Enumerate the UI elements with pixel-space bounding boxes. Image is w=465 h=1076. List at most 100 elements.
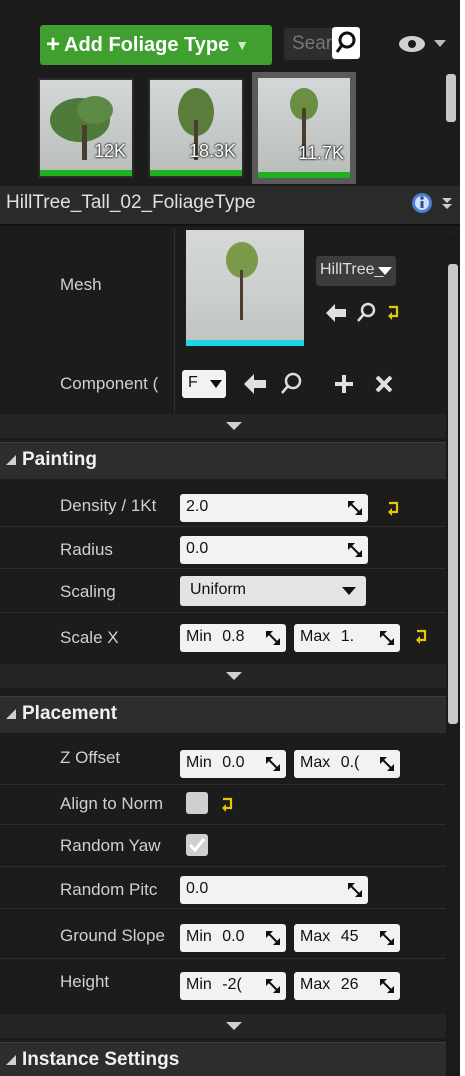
chevron-down-icon [342, 587, 356, 595]
component-class-dropdown[interactable]: F [182, 370, 226, 398]
row-divider [0, 824, 446, 825]
foliage-thumbnail-1[interactable]: 12K [38, 78, 134, 178]
advanced-expander[interactable] [0, 1014, 446, 1038]
tree-mesh-preview-icon [226, 242, 258, 320]
random-pitch-value: 0.0 [186, 880, 209, 897]
instance-count: 18.3K [188, 141, 236, 161]
placement-title: Placement [22, 703, 118, 724]
drag-resize-icon [380, 931, 394, 945]
height-min-input[interactable]: Min -2( [180, 972, 286, 1000]
foliage-type-name: HillTree_Tall_02_FoliageType [6, 192, 256, 213]
density-value: 2.0 [186, 498, 209, 515]
density-input[interactable]: 2.0 [180, 494, 368, 522]
drag-resize-icon [380, 631, 394, 645]
drag-resize-icon [380, 757, 394, 771]
component-class-value: F [188, 374, 198, 391]
height-max-value: 26 [340, 976, 359, 993]
radius-input[interactable]: 0.0 [180, 536, 368, 564]
density-label: Density / 1Kt [60, 496, 157, 515]
random-yaw-checkbox[interactable] [186, 834, 208, 856]
drag-resize-icon [348, 543, 362, 557]
drag-resize-icon [266, 757, 280, 771]
chevron-down-icon [226, 672, 242, 680]
info-icon[interactable] [408, 190, 456, 223]
ground-slope-max-value: 45 [340, 928, 359, 945]
scale-x-min-label: Min [186, 628, 212, 645]
scale-x-min-input[interactable]: Min 0.8 [180, 624, 286, 652]
instance-settings-title: Instance Settings [22, 1049, 180, 1070]
chevron-down-icon [226, 1022, 242, 1030]
align-to-normal-label: Align to Norm [60, 794, 163, 813]
column-divider [174, 228, 175, 418]
height-min-value: -2( [222, 976, 242, 993]
add-foliage-type-button[interactable]: + Add Foliage Type ▼ [40, 25, 272, 65]
z-offset-max-label: Max [300, 754, 331, 771]
row-divider [0, 568, 446, 569]
reset-to-default-icon[interactable] [386, 500, 402, 516]
reset-to-default-icon[interactable] [414, 628, 430, 644]
instance-count: 12K [93, 141, 126, 161]
browse-search-icon[interactable] [280, 372, 302, 396]
z-offset-min-input[interactable]: Min 0.0 [180, 750, 286, 778]
scale-x-max-label: Max [300, 628, 331, 645]
foliage-thumbnail-2[interactable]: 18.3K [148, 78, 244, 178]
add-icon[interactable] [334, 374, 354, 394]
placement-section-header[interactable]: Placement [0, 696, 446, 733]
ground-slope-min-input[interactable]: Min 0.0 [180, 924, 286, 952]
details-scrollbar[interactable] [446, 236, 460, 1076]
clear-icon[interactable] [374, 374, 394, 394]
reset-to-default-icon[interactable] [386, 304, 402, 320]
scale-x-max-value: 1. [340, 628, 355, 645]
z-offset-max-input[interactable]: Max 0.( [294, 750, 400, 778]
ground-slope-max-input[interactable]: Max 45 [294, 924, 400, 952]
radius-label: Radius [60, 540, 113, 559]
row-divider [0, 866, 446, 867]
foliage-type-list: 12K 18.3K 11.7K [34, 70, 442, 186]
random-pitch-input[interactable]: 0.0 [180, 876, 368, 904]
thumbnail-scrollbar[interactable] [446, 74, 456, 122]
use-selected-arrow-icon[interactable] [244, 374, 266, 394]
instance-settings-section-header[interactable]: Instance Settings [0, 1042, 446, 1076]
height-min-label: Min [186, 976, 212, 993]
instance-count: 11.7K [298, 143, 344, 163]
plus-icon: + [46, 31, 61, 58]
ground-slope-max-label: Max [300, 928, 331, 945]
row-divider [0, 612, 446, 613]
checkmark-icon [188, 838, 206, 853]
scale-x-max-input[interactable]: Max 1. [294, 624, 400, 652]
browse-search-icon[interactable] [356, 302, 376, 324]
drag-resize-icon [380, 979, 394, 993]
mesh-label: Mesh [60, 275, 102, 294]
chevron-down-icon [378, 267, 392, 275]
scrollbar-thumb[interactable] [448, 264, 458, 724]
selection-bar [258, 172, 350, 178]
view-options-eye-icon[interactable] [398, 32, 448, 61]
row-divider [0, 784, 446, 785]
chevron-down-icon: ▼ [235, 37, 250, 53]
advanced-expander[interactable] [0, 414, 446, 438]
foliage-type-header: HillTree_Tall_02_FoliageType [0, 186, 460, 226]
drag-resize-icon [348, 501, 362, 515]
height-max-input[interactable]: Max 26 [294, 972, 400, 1000]
align-to-normal-checkbox[interactable] [186, 792, 208, 814]
drag-resize-icon [266, 979, 280, 993]
painting-section-header[interactable]: Painting [0, 442, 446, 479]
mesh-thumbnail[interactable] [186, 230, 304, 346]
search-icon[interactable] [332, 27, 360, 59]
scale-x-label: Scale X [60, 628, 119, 647]
scaling-value: Uniform [190, 581, 247, 598]
scaling-label: Scaling [60, 582, 116, 601]
add-foliage-type-label: Add Foliage Type [64, 33, 230, 56]
collapse-triangle-icon [6, 1055, 16, 1065]
chevron-down-icon [226, 422, 242, 430]
use-selected-arrow-icon[interactable] [326, 304, 346, 322]
random-yaw-label: Random Yaw [60, 836, 161, 855]
foliage-thumbnail-3-selected[interactable]: 11.7K [252, 72, 356, 184]
advanced-expander[interactable] [0, 664, 446, 688]
reset-to-default-icon[interactable] [220, 796, 236, 812]
foliage-panel: + Add Foliage Type ▼ Searc 12K 18.3K 11.… [0, 0, 460, 1076]
selection-bar [40, 170, 132, 176]
scaling-dropdown[interactable]: Uniform [180, 576, 366, 606]
mesh-asset-dropdown[interactable]: HillTree_ [316, 256, 396, 286]
mesh-indicator-bar [186, 340, 304, 346]
